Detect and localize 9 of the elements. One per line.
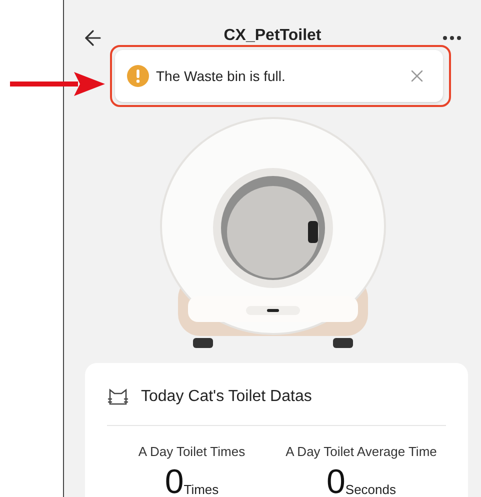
notification-message: The Waste bin is full. <box>156 66 286 86</box>
stat-label: A Day Toilet Average Time <box>286 442 437 461</box>
stat-unit: Seconds <box>345 483 396 497</box>
stat-unit: Times <box>184 483 219 497</box>
stat-value: 0 <box>164 467 184 497</box>
card-title: Today Cat's Toilet Datas <box>141 386 312 406</box>
stat-value: 0 <box>326 467 346 497</box>
page-title: CX_PetToilet <box>224 26 322 46</box>
stat-label: A Day Toilet Times <box>138 442 246 461</box>
